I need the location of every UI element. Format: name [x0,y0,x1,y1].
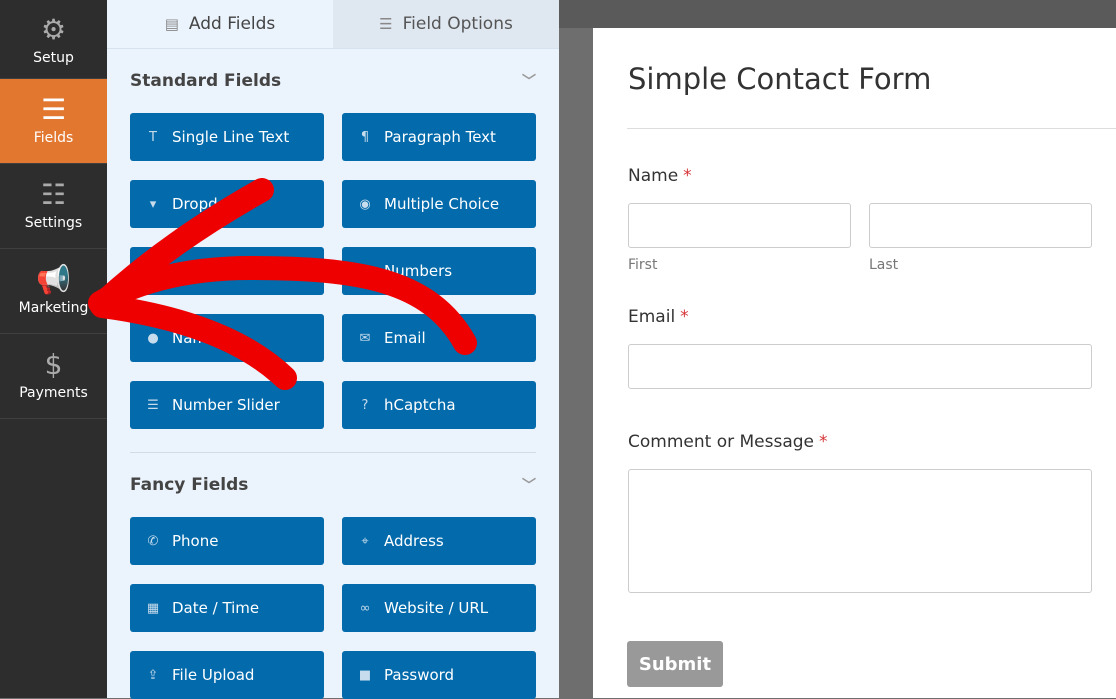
field-icon: ⌖ [361,533,369,549]
message-textarea[interactable] [628,469,1092,593]
field-label: Multiple Choice [384,195,500,213]
field-button-paragraph-text[interactable]: ¶ Paragraph Text [342,113,536,161]
sidebar-item-label: Setup [33,50,74,66]
field-button-single-line-text[interactable]: T Single Line Text [130,113,324,161]
standard-fields-header[interactable]: Standard Fields ﹀ [130,49,536,113]
fancy-fields-header[interactable]: Fancy Fields ﹀ [130,453,536,517]
name-label: Name * [628,166,692,186]
field-button-website-url[interactable]: ∞ Website / URL [342,584,536,632]
field-icon: ✆ [147,533,159,549]
field-button-checkboxes[interactable]: ☑ Checkboxes [130,247,324,295]
field-icon: ∞ [359,600,371,616]
field-icon: ● [147,330,159,346]
field-button-multiple-choice[interactable]: ◉ Multiple Choice [342,180,536,228]
field-label: Name [172,329,217,347]
list-icon: ▤ [164,15,179,33]
field-icon: # [359,263,371,279]
field-label: Email [384,329,426,347]
message-label: Comment or Message * [628,432,828,452]
section-title: Fancy Fields [130,475,249,495]
list-icon: ☰ [40,93,67,126]
email-label: Email * [628,307,689,327]
field-button-phone[interactable]: ✆ Phone [130,517,324,565]
standard-fields-grid: T Single Line Text ¶ Paragraph Text ▾ Dropdow… [130,113,536,429]
field-icon: T [149,129,157,145]
dollar-icon: $ [44,348,63,381]
email-input[interactable] [628,344,1092,389]
field-icon: ◉ [359,196,371,212]
first-sublabel: First [628,257,658,273]
field-button-hcaptcha[interactable]: ? hCaptcha [342,381,536,429]
field-button-number-slider[interactable]: ☰ Number Slider [130,381,324,429]
field-label: Number Slider [172,396,280,414]
field-button-password[interactable]: ■ Password [342,651,536,699]
tab-label: Field Options [402,14,513,34]
sidebar-item-label: Fields [33,130,74,146]
field-label: Paragraph Text [384,128,496,146]
sidebar-item-fields[interactable]: ☰ Fields [0,79,107,164]
field-label: Single Line Text [172,128,290,146]
sidebar-item-label: Settings [24,215,83,231]
form-title: Simple Contact Form [628,62,932,96]
fancy-fields-grid: ✆ Phone ⌖ Address ▦ Date / Time ∞ Website / URL… [130,517,536,699]
field-button-numbers[interactable]: # Numbers [342,247,536,295]
field-label: Checkboxes [172,262,262,280]
field-label: File Upload [172,666,255,684]
field-label: Date / Time [172,599,260,617]
field-icon: ▦ [146,600,160,616]
field-label: hCaptcha [384,396,456,414]
megaphone-icon: 📢 [36,263,71,296]
field-icon: ■ [358,667,372,683]
tab-field-options[interactable]: ☰ Field Options [333,0,559,48]
field-icon: ? [361,397,369,413]
form-preview: Simple Contact Form Name * First Last Ema… [593,28,1116,698]
sidebar-item-label: Payments [19,385,88,401]
field-button-date-time[interactable]: ▦ Date / Time [130,584,324,632]
field-label: Numbers [384,262,453,280]
field-icon: ⇪ [147,667,159,683]
last-name-input[interactable] [869,203,1092,248]
sidebar-item-label: Marketing [18,300,89,316]
field-label: Dropdown [172,195,249,213]
tab-label: Add Fields [188,14,276,34]
canvas-background [559,0,1116,28]
field-icon: ☑ [147,263,159,279]
divider [627,128,1116,129]
field-label: Address [384,532,444,550]
field-button-address[interactable]: ⌖ Address [342,517,536,565]
field-button-name[interactable]: ● Name [130,314,324,362]
sidebar-item-settings[interactable]: ☷ Settings [0,164,107,249]
last-sublabel: Last [869,257,899,273]
field-icon: ¶ [360,129,370,145]
tab-add-fields[interactable]: ▤ Add Fields [107,0,333,48]
field-label: Website / URL [384,599,489,617]
sliders-icon: ☰ [379,15,393,33]
field-icon: ✉ [359,330,371,346]
fields-panel: ▤ Add Fields ☰ Field Options Standard Fiel… [107,0,559,699]
field-icon: ▾ [149,196,157,212]
submit-button[interactable]: Submit [627,641,723,687]
sidebar-item-marketing[interactable]: 📢 Marketing [0,249,107,334]
sidebar-item-setup[interactable]: ⚙ Setup [0,0,107,79]
field-icon: ☰ [147,397,159,413]
field-button-email[interactable]: ✉ Email [342,314,536,362]
builder-sidebar: ⚙ Setup ☰ Fields ☷ Settings 📢 Marketing $ Payment… [0,0,107,698]
sidebar-item-payments[interactable]: $ Payments [0,334,107,419]
chevron-down-icon[interactable]: ﹀ [522,475,536,495]
field-label: Phone [172,532,219,550]
first-name-input[interactable] [628,203,851,248]
section-title: Standard Fields [130,71,282,91]
chevron-down-icon[interactable]: ﹀ [522,71,536,91]
sliders-icon: ☷ [40,178,67,211]
field-button-dropdown[interactable]: ▾ Dropdown [130,180,324,228]
field-button-file-upload[interactable]: ⇪ File Upload [130,651,324,699]
gear-icon: ⚙ [40,13,67,46]
field-label: Password [384,666,455,684]
